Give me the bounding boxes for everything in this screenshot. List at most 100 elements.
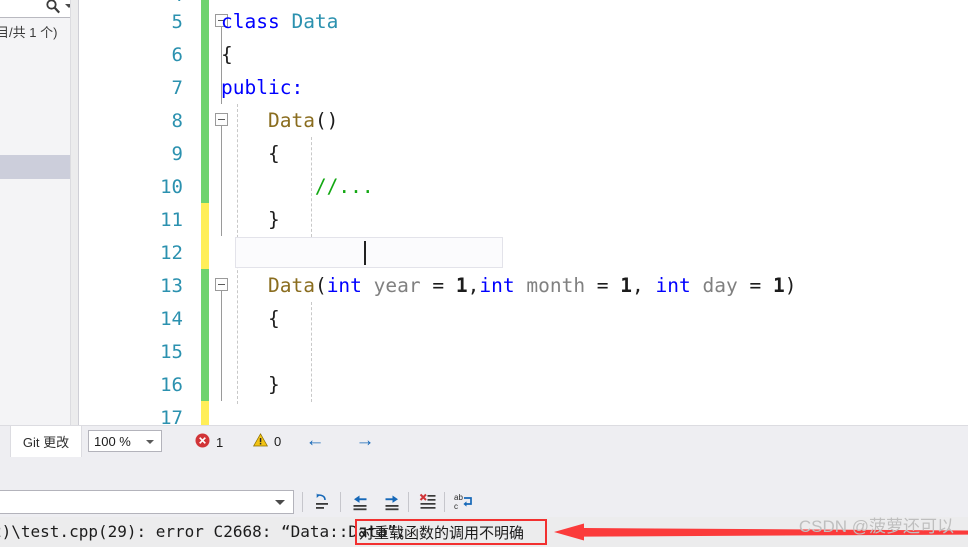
code-token: year — [373, 274, 421, 297]
solution-tree[interactable] — [0, 45, 78, 425]
code-line[interactable]: 9 { — [79, 137, 968, 170]
change-indicator-bar — [201, 71, 209, 104]
code-line[interactable]: 15 — [79, 335, 968, 368]
line-number: 17 — [160, 406, 183, 426]
change-indicator-bar — [201, 269, 209, 302]
search-result-count: 目/共 1 个) — [0, 25, 58, 40]
code-token: public — [221, 76, 292, 99]
line-number: 15 — [160, 340, 183, 363]
code-token: int — [655, 274, 691, 297]
code-line-text: { — [221, 43, 233, 66]
code-token: month — [526, 274, 586, 297]
change-indicator-bar — [201, 302, 209, 335]
code-editor[interactable]: 45class Data6{7public:8 Data()9 {10 //..… — [79, 0, 968, 425]
output-source-combobox[interactable] — [0, 490, 294, 514]
code-line[interactable]: 7 public: — [79, 71, 968, 104]
line-number: 9 — [171, 142, 183, 165]
change-indicator-bar — [201, 203, 209, 236]
tab-git-changes[interactable]: Git 更改 — [10, 426, 82, 457]
code-line-text: { — [221, 142, 280, 165]
toolbar-separator — [408, 492, 409, 512]
watermark: CSDN @菠萝还可以 — [798, 517, 954, 536]
code-token: { — [221, 43, 233, 66]
code-line-text: Data(int year = 1,int month = 1, int day… — [221, 274, 797, 297]
code-line[interactable]: 8 Data() — [79, 104, 968, 137]
change-indicator-bar — [201, 137, 209, 170]
code-line-text: //... — [221, 175, 374, 198]
line-number: 6 — [171, 43, 183, 66]
arrow-left-icon[interactable]: ← — [302, 429, 328, 453]
code-line[interactable]: 17 — [79, 401, 968, 425]
go-to-message-icon[interactable] — [308, 490, 336, 514]
code-line[interactable]: 12 — [79, 236, 968, 269]
status-badge-warnings[interactable]: 0 — [252, 433, 282, 450]
code-token: int — [326, 274, 362, 297]
nav-forward-glyph: → — [355, 430, 375, 451]
output-error-highlight-text: 对重载函数的调用不明确 — [359, 525, 525, 542]
chevron-down-icon[interactable] — [275, 500, 285, 505]
code-token: , — [632, 274, 656, 297]
code-line-text — [221, 241, 268, 264]
change-indicator-bar — [201, 236, 209, 269]
zoom-level-combobox[interactable]: 100 % — [88, 430, 162, 452]
code-token: //... — [314, 175, 374, 198]
left-panel-scrollbar[interactable] — [70, 0, 78, 425]
code-line-text: Data() — [221, 109, 338, 132]
toolbar-separator — [444, 492, 445, 512]
code-token: int — [479, 274, 515, 297]
previous-message-icon[interactable] — [346, 490, 374, 514]
code-line[interactable]: 5 class Data — [79, 5, 968, 38]
line-number: 8 — [171, 109, 183, 132]
toolbar-separator — [340, 492, 341, 512]
output-error-text: 2)\test.cpp(29): error C2668: “Data::Dat… — [0, 522, 416, 541]
change-indicator-bar — [201, 38, 209, 71]
line-number: 11 — [160, 208, 183, 231]
code-token: 1 — [455, 274, 468, 297]
line-number: 14 — [160, 307, 183, 330]
zoom-level-value: 100 % — [94, 434, 131, 449]
tree-selected-row[interactable] — [0, 155, 78, 179]
code-line-text: } — [221, 373, 280, 396]
ide-window: ;) 目/共 1 个) 45class Data6{7public — [0, 0, 968, 547]
line-number: 13 — [160, 274, 183, 297]
change-indicator-bar — [201, 368, 209, 401]
code-line-text: } — [221, 208, 280, 231]
code-token: class — [221, 10, 292, 33]
code-line[interactable]: 11 } — [79, 203, 968, 236]
chevron-down-icon[interactable] — [146, 440, 154, 444]
code-line[interactable]: 13 Data(int year = 1,int month = 1, int … — [79, 269, 968, 302]
clear-all-icon[interactable] — [414, 490, 442, 514]
code-line-text: { — [221, 307, 280, 330]
code-line[interactable]: 6{ — [79, 38, 968, 71]
search-input[interactable]: ;) — [0, 0, 78, 18]
editor-status-bar: Git 更改 100 % 1 0 ← → — [0, 425, 968, 457]
toggle-word-wrap-icon[interactable]: ab c — [450, 490, 478, 514]
code-line[interactable]: 16 } — [79, 368, 968, 401]
code-token: ( — [314, 274, 327, 297]
line-number: 16 — [160, 373, 183, 396]
line-number: 10 — [160, 175, 183, 198]
code-line[interactable]: 10 //... — [79, 170, 968, 203]
error-count: 1 — [216, 434, 224, 450]
code-token: { — [221, 307, 280, 330]
status-badge-errors[interactable]: 1 — [195, 433, 223, 451]
change-indicator-bar — [201, 335, 209, 368]
arrow-right-icon[interactable]: → — [352, 429, 378, 453]
search-icon[interactable] — [45, 0, 61, 14]
code-token: = — [737, 274, 773, 297]
code-token: = — [585, 274, 621, 297]
code-token: } — [221, 208, 280, 231]
code-token: Data — [267, 109, 315, 132]
toolbar-separator — [302, 492, 303, 512]
warning-count: 0 — [274, 434, 282, 449]
next-message-icon[interactable] — [378, 490, 406, 514]
code-line[interactable]: 14 { — [79, 302, 968, 335]
error-circle-icon — [195, 433, 210, 451]
change-indicator-bar — [201, 5, 209, 38]
code-line-text: public: — [221, 76, 303, 99]
